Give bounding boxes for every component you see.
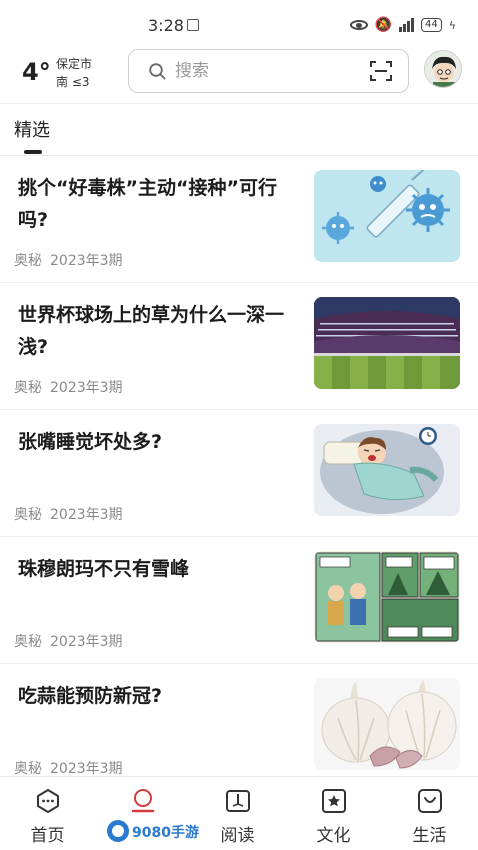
article-publication: 奥秘 [14, 761, 42, 776]
article-meta: 奥秘 2023年3期 [14, 504, 123, 524]
article-title[interactable]: 世界杯球场上的草为什么一深一浅? [18, 299, 290, 363]
channel-tabs: 精选 [0, 103, 478, 155]
nav-culture[interactable]: 文化 [286, 777, 381, 850]
star-box-icon [322, 789, 346, 813]
article-meta: 奥秘 2023年3期 [14, 377, 123, 397]
article-item[interactable]: 挑个“好毒株”主动“接种”可行吗? 奥秘 2023年3期 [0, 156, 478, 283]
article-item[interactable]: 珠穆朗玛不只有雪峰 奥秘 2023年3期 [0, 537, 478, 664]
article-title[interactable]: 珠穆朗玛不只有雪峰 [18, 553, 290, 585]
search-input[interactable] [175, 50, 365, 91]
virus-syringe-illustration [314, 170, 460, 262]
article-thumbnail[interactable] [314, 678, 460, 770]
article-issue: 2023年3期 [50, 253, 123, 269]
article-item[interactable]: 吃蒜能预防新冠? 奥秘 2023年3期 [0, 664, 478, 776]
book-icon [226, 790, 250, 812]
search-icon [149, 63, 166, 80]
wind-info: 南 ≤3 [56, 75, 90, 89]
temperature: 4° [22, 58, 51, 86]
scan-icon[interactable] [370, 61, 392, 81]
article-publication: 奥秘 [14, 253, 42, 269]
status-icons: 🔕 44 ϟ [349, 16, 456, 34]
article-issue: 2023年3期 [50, 761, 123, 776]
article-title[interactable]: 吃蒜能预防新冠? [18, 680, 290, 712]
person-icon [131, 789, 155, 813]
mute-bell-icon: 🔕 [374, 17, 392, 33]
article-thumbnail[interactable] [314, 297, 460, 389]
bag-icon [418, 789, 442, 813]
article-thumbnail[interactable] [314, 424, 460, 516]
status-time: 3:28 [148, 16, 184, 35]
article-list: 挑个“好毒株”主动“接种”可行吗? 奥秘 2023年3期 世界杯球场上的草为什么… [0, 156, 478, 776]
nav-label: 阅读 [220, 826, 255, 846]
nav-life[interactable]: 生活 [382, 777, 477, 850]
article-title[interactable]: 张嘴睡觉坏处多? [18, 426, 290, 458]
article-publication: 奥秘 [14, 380, 42, 396]
comic-strip [314, 551, 460, 643]
article-publication: 奥秘 [14, 507, 42, 523]
signal-icon [399, 18, 414, 32]
avatar[interactable] [424, 50, 462, 88]
tab-featured[interactable]: 精选 [14, 116, 50, 142]
nav-label: 生活 [412, 826, 447, 846]
article-meta: 奥秘 2023年3期 [14, 250, 123, 270]
article-issue: 2023年3期 [50, 634, 123, 650]
header: 4° 保定市 南 ≤3 [0, 46, 478, 102]
charging-icon: ϟ [448, 18, 456, 32]
article-item[interactable]: 世界杯球场上的草为什么一深一浅? 奥秘 2023年3期 [0, 283, 478, 410]
nav-read[interactable]: 阅读 [190, 777, 285, 850]
nav-home[interactable]: 首页 [0, 777, 95, 850]
article-title[interactable]: 挑个“好毒株”主动“接种”可行吗? [18, 172, 290, 236]
nav-label: 文化 [316, 826, 351, 846]
chat-bubble-icon [37, 789, 59, 813]
search-bar[interactable] [128, 49, 409, 93]
bottom-nav: 首页 阅读 文化 生活 [0, 776, 478, 850]
eye-icon [349, 20, 368, 30]
article-meta: 奥秘 2023年3期 [14, 758, 123, 776]
watermark-logo: 9080手游网 [104, 818, 213, 844]
article-publication: 奥秘 [14, 634, 42, 650]
article-issue: 2023年3期 [50, 507, 123, 523]
article-item[interactable]: 张嘴睡觉坏处多? 奥秘 2023年3期 [0, 410, 478, 537]
article-thumbnail[interactable] [314, 170, 460, 262]
sleeping-child-illustration [314, 424, 460, 516]
status-bar: 3:28 🔕 44 ϟ [0, 0, 478, 46]
battery-icon: 44 [421, 18, 442, 32]
nav-label: 首页 [30, 826, 65, 846]
tab-indicator [24, 150, 42, 154]
svg-text:9080手游网: 9080手游网 [132, 824, 200, 841]
stadium-photo [314, 297, 460, 389]
notification-icon [187, 19, 199, 31]
city-name[interactable]: 保定市 [56, 55, 92, 72]
article-issue: 2023年3期 [50, 380, 123, 396]
article-meta: 奥秘 2023年3期 [14, 631, 123, 651]
garlic-photo [314, 678, 460, 770]
article-thumbnail[interactable] [314, 551, 460, 643]
